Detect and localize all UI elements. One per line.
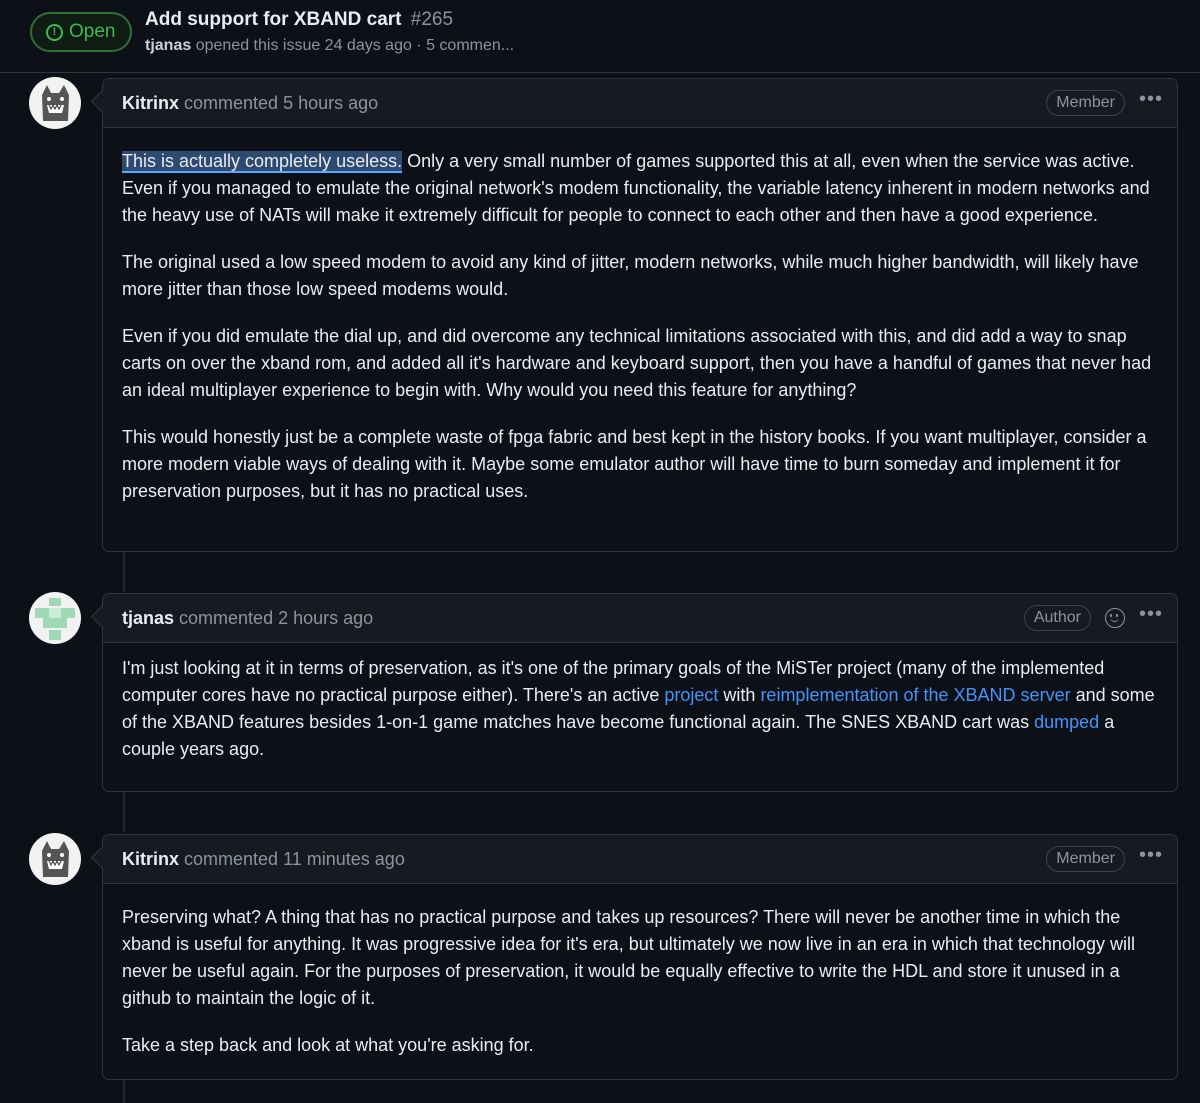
comment-timestamp[interactable]: 11 minutes ago bbox=[283, 849, 405, 870]
avatar[interactable] bbox=[29, 833, 81, 885]
member-badge: Member bbox=[1046, 90, 1125, 116]
selected-text: This is actually completely useless. bbox=[122, 151, 403, 173]
kebab-horizontal-icon[interactable]: ••• bbox=[1139, 604, 1163, 632]
kebab-horizontal-icon[interactable]: ••• bbox=[1139, 845, 1163, 873]
avatar-image bbox=[29, 592, 81, 644]
comment-action: commented bbox=[184, 848, 279, 869]
author-badge: Author bbox=[1023, 605, 1091, 631]
comment-action: commented bbox=[179, 607, 274, 628]
comment-timestamp[interactable]: 2 hours ago bbox=[278, 608, 373, 629]
comment-card: Kitrinx commented 11 minutes ago Member … bbox=[102, 834, 1178, 1080]
comment-body: Preserving what? A thing that has no pra… bbox=[103, 884, 1177, 1073]
comment-paragraph: I'm just looking at it in terms of prese… bbox=[122, 655, 1158, 763]
timeline-connector bbox=[123, 792, 125, 832]
project-link[interactable]: project bbox=[664, 685, 718, 705]
avatar-image bbox=[29, 833, 81, 885]
issue-opened-icon: ! bbox=[46, 23, 63, 41]
comment-header-actions: Member ••• bbox=[1046, 79, 1163, 127]
comment-author[interactable]: tjanas bbox=[122, 608, 174, 629]
comment-timestamp[interactable]: 5 hours ago bbox=[283, 93, 378, 114]
comment-header-actions: Member ••• bbox=[1046, 835, 1163, 883]
issue-number: #265 bbox=[410, 9, 454, 30]
comment-paragraph: Take a step back and look at what you're… bbox=[122, 1035, 534, 1055]
comment-paragraph: This would honestly just be a complete w… bbox=[122, 427, 1147, 501]
issue-author-link[interactable]: tjanas bbox=[145, 37, 191, 54]
issue-state-badge: ! Open bbox=[30, 12, 132, 52]
comment-body: I'm just looking at it in terms of prese… bbox=[103, 643, 1177, 777]
comment-paragraph: The original used a low speed modem to a… bbox=[122, 252, 1139, 299]
paragraph-text: with bbox=[718, 685, 761, 705]
avatar[interactable] bbox=[29, 592, 81, 644]
kebab-horizontal-icon[interactable]: ••• bbox=[1139, 89, 1163, 117]
comment-header: tjanas commented 2 hours ago Author ••• bbox=[103, 594, 1177, 643]
server-reimplementation-link[interactable]: reimplementation of the XBAND server bbox=[760, 685, 1070, 705]
comment-paragraph: Even if you did emulate the dial up, and… bbox=[122, 326, 1152, 400]
smiley-icon[interactable] bbox=[1104, 608, 1125, 628]
comment-header-actions: Author ••• bbox=[1023, 594, 1163, 642]
issue-meta: tjanas opened this issue 24 days ago · 5… bbox=[145, 37, 514, 55]
comment-author[interactable]: Kitrinx bbox=[122, 849, 179, 870]
comment-header: Kitrinx commented 5 hours ago Member ••• bbox=[103, 79, 1177, 128]
timeline-connector bbox=[123, 1080, 125, 1103]
issue-title-text: Add support for XBAND cart bbox=[145, 9, 402, 30]
comment-card: tjanas commented 2 hours ago Author ••• … bbox=[102, 593, 1178, 792]
comment-paragraph: This is actually completely useless. Onl… bbox=[122, 148, 1158, 229]
avatar[interactable] bbox=[29, 77, 81, 129]
comment-action: commented bbox=[184, 92, 279, 113]
avatar-image bbox=[29, 77, 81, 129]
member-badge: Member bbox=[1046, 846, 1125, 872]
issue-header: ! Open Add support for XBAND cart #265 t… bbox=[0, 0, 1200, 73]
comment-card: Kitrinx commented 5 hours ago Member •••… bbox=[102, 78, 1178, 552]
timeline-connector bbox=[123, 552, 125, 592]
comment-body: This is actually completely useless. Onl… bbox=[103, 128, 1177, 519]
comment-header: Kitrinx commented 11 minutes ago Member … bbox=[103, 835, 1177, 884]
issue-meta-text: opened this issue 24 days ago · 5 commen… bbox=[195, 37, 515, 54]
comment-author[interactable]: Kitrinx bbox=[122, 93, 179, 114]
issue-state-label: Open bbox=[69, 21, 116, 42]
comment-paragraph: Preserving what? A thing that has no pra… bbox=[122, 907, 1135, 1008]
issue-title: Add support for XBAND cart #265 bbox=[145, 9, 453, 31]
dumped-link[interactable]: dumped bbox=[1034, 712, 1099, 732]
